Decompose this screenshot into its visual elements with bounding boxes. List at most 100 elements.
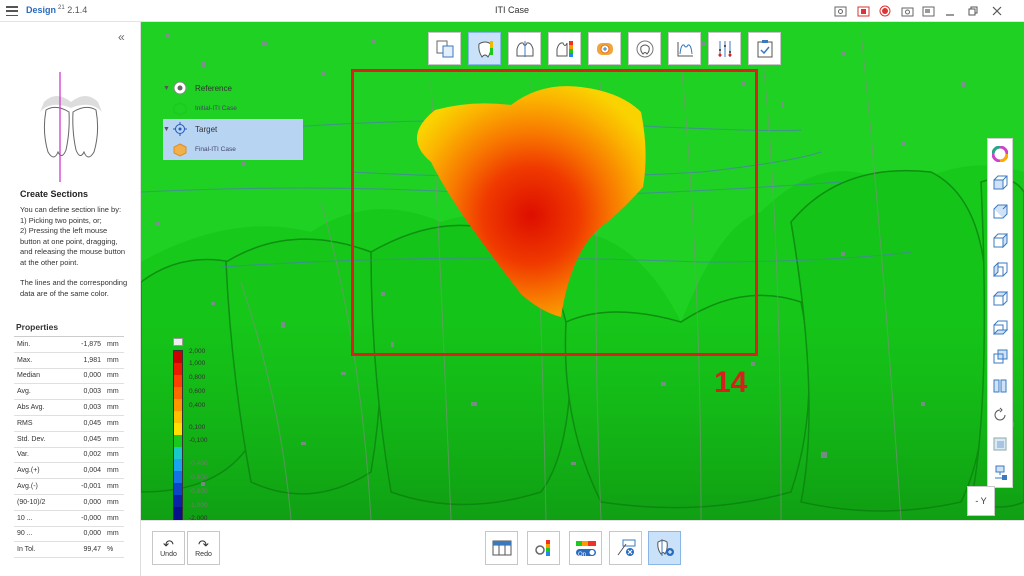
property-value: -0,001 <box>81 483 101 491</box>
property-unit: mm <box>107 451 119 459</box>
property-row: RMS 0,045 mm <box>14 416 124 432</box>
window-title: ITI Case <box>494 5 529 15</box>
capture-icon[interactable] <box>856 4 870 18</box>
property-value: 0,003 <box>83 404 101 412</box>
property-value: 99,47 <box>83 546 101 554</box>
tooth-section-illustration <box>40 72 102 182</box>
section-tool-icon[interactable] <box>508 32 541 65</box>
property-row: (90-10)/2 0,000 mm <box>14 495 124 511</box>
expand-arrow-icon[interactable]: ▼ <box>163 126 171 133</box>
table-icon[interactable] <box>485 531 518 565</box>
bottom-toolbar: ↶ Undo ↷ Redo On <box>141 520 1024 576</box>
redo-button[interactable]: ↷ Redo <box>187 531 220 565</box>
color-band <box>174 459 182 472</box>
screenshot-icon[interactable] <box>833 4 847 18</box>
property-unit: mm <box>107 514 119 522</box>
tooth-select-icon[interactable] <box>468 32 501 65</box>
color-map-settings-icon[interactable] <box>527 531 560 565</box>
add-section-icon[interactable] <box>648 531 681 565</box>
tooth-number-label: 14 <box>714 366 748 399</box>
property-row: 90 ... 0,000 mm <box>14 527 124 543</box>
property-unit: mm <box>107 372 119 380</box>
target-item-final[interactable]: Final-ITI Case <box>163 139 303 160</box>
property-value: 0,000 <box>83 498 101 506</box>
reference-label: Reference <box>195 83 232 93</box>
property-row: Avg.(-) -0,001 mm <box>14 479 124 495</box>
measure-tools-icon[interactable] <box>708 32 741 65</box>
color-wheel-icon[interactable] <box>990 141 1010 166</box>
checklist-icon[interactable] <box>748 32 781 65</box>
property-label: Std. Dev. <box>17 435 46 443</box>
target-label: Target <box>195 124 218 134</box>
color-band <box>174 435 182 448</box>
reference-layer[interactable]: ▼ Reference <box>163 78 303 98</box>
cube-view-2-icon[interactable] <box>990 199 1010 224</box>
camera-icon[interactable] <box>900 4 914 18</box>
close-icon[interactable] <box>990 4 1004 18</box>
app-name: Design <box>26 5 57 15</box>
colorbar-settings-icon[interactable] <box>173 338 183 346</box>
transparency-icon[interactable] <box>990 431 1010 456</box>
colorbar-tick-label: 0,100 <box>189 424 206 431</box>
profile-icon[interactable] <box>668 32 701 65</box>
property-row: Std. Dev. 0,045 mm <box>14 432 124 448</box>
split-view-icon[interactable] <box>990 373 1010 398</box>
cube-view-3-icon[interactable] <box>990 228 1010 253</box>
target-layer[interactable]: ▼ Target <box>163 119 303 139</box>
expand-arrow-icon[interactable]: ▼ <box>163 85 171 92</box>
deviation-color-bar: 2,000 1,000 0,800 0,600 0,400 0,100 -0,100 -0,4… <box>170 336 220 526</box>
property-unit: mm <box>107 340 119 348</box>
redo-icon: ↷ <box>198 537 209 552</box>
property-row: Avg. 0,003 mm <box>14 384 124 401</box>
cube-view-5-icon[interactable] <box>990 286 1010 311</box>
property-value: 0,000 <box>83 530 101 538</box>
undo-button[interactable]: ↶ Undo <box>152 531 185 565</box>
toggle-label: On <box>578 552 587 558</box>
cube-view-7-icon[interactable] <box>990 344 1010 369</box>
window-icon[interactable] <box>921 4 935 18</box>
properties-title: Properties <box>14 320 124 337</box>
colorbar-tick-label: -0,800 <box>189 488 208 495</box>
rotate-view-icon[interactable] <box>628 32 661 65</box>
redo-label: Redo <box>195 551 212 558</box>
color-band <box>174 447 182 460</box>
property-value: 0,000 <box>83 372 101 380</box>
reset-rotation-icon[interactable] <box>990 402 1010 427</box>
restore-icon[interactable] <box>966 4 980 18</box>
toggle-on-icon[interactable]: On <box>569 531 602 565</box>
deviation-map-icon[interactable] <box>548 32 581 65</box>
color-band <box>174 471 182 484</box>
property-row: Abs Avg. 0,003 mm <box>14 400 124 416</box>
cube-view-6-icon[interactable] <box>990 315 1010 340</box>
highlight-rectangle <box>351 69 758 356</box>
property-row: Median 0,000 mm <box>14 369 124 385</box>
remove-section-icon[interactable] <box>609 531 642 565</box>
colorbar-tick-label: 0,800 <box>189 374 206 381</box>
hamburger-menu-icon[interactable] <box>5 4 19 18</box>
cube-view-4-icon[interactable] <box>990 257 1010 282</box>
undo-label: Undo <box>160 551 177 558</box>
color-band <box>174 387 182 400</box>
property-row: Avg.(+) 0,004 mm <box>14 463 124 480</box>
colorbar-tick-label: 0,600 <box>189 388 206 395</box>
view-direction-label[interactable]: - Y <box>967 486 995 516</box>
cube-view-1-icon[interactable] <box>990 170 1010 195</box>
tooth-check-icon[interactable] <box>588 32 621 65</box>
property-value: 0,045 <box>83 419 101 427</box>
property-value: -0,000 <box>81 514 101 522</box>
property-label: 90 ... <box>17 530 33 538</box>
colorbar-tick-label: -0,100 <box>189 437 208 444</box>
reference-item-initial[interactable]: Initial-ITI Case <box>163 98 303 119</box>
settings-view-icon[interactable] <box>990 460 1010 485</box>
property-label: Avg.(+) <box>17 467 40 475</box>
property-value: 0,003 <box>83 388 101 396</box>
undo-icon: ↶ <box>163 537 174 552</box>
align-tool-icon[interactable] <box>428 32 461 65</box>
colorbar-tick-label: 1,000 <box>189 360 206 367</box>
record-icon[interactable] <box>878 4 892 18</box>
color-scale <box>173 350 183 520</box>
property-unit: mm <box>107 356 119 364</box>
property-label: Var. <box>17 451 29 459</box>
collapse-panel-icon[interactable]: « <box>118 30 125 44</box>
minimize-icon[interactable] <box>943 4 957 18</box>
